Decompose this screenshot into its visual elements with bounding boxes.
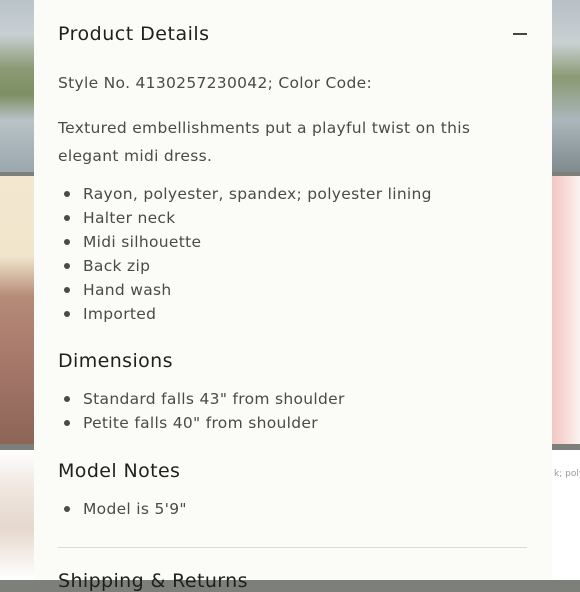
dimensions-list: Standard falls 43" from shoulder Petite … [58,387,345,435]
bullet-icon [64,287,70,293]
product-details-panel: Product Details Style No. 4130257230042;… [34,0,552,592]
feature-list: Rayon, polyester, spandex; polyester lin… [58,182,432,326]
list-item: Petite falls 40" from shoulder [58,411,345,435]
bullet-icon [64,191,70,197]
product-image-thumbnail [552,0,580,172]
product-image-thumbnail [0,0,34,172]
bullet-icon [64,239,70,245]
list-item: Imported [58,302,432,326]
bullet-icon [64,215,70,221]
product-details-header[interactable]: Product Details [58,20,528,48]
shipping-returns-header[interactable]: Shipping & Returns [58,570,248,592]
list-item: Model is 5'9" [58,497,187,521]
list-item: Hand wash [58,278,432,302]
model-notes-list: Model is 5'9" [58,497,187,521]
product-image-thumbnail [0,450,34,580]
list-item: Rayon, polyester, spandex; polyester lin… [58,182,432,206]
background-peek-text: k; polye [554,469,580,479]
dimensions-heading: Dimensions [58,350,173,372]
list-item: Midi silhouette [58,230,432,254]
background-text-area: k; polye [552,450,580,580]
product-description: Textured embellishments put a playful tw… [58,119,471,165]
style-number: Style No. 4130257230042; Color Code: [58,74,372,92]
bullet-icon [64,506,70,512]
bullet-icon [64,311,70,317]
minus-icon[interactable] [512,26,528,42]
product-image-thumbnail [552,176,580,444]
list-item: Halter neck [58,206,432,230]
list-item: Standard falls 43" from shoulder [58,387,345,411]
model-notes-heading: Model Notes [58,460,181,482]
section-divider [58,547,527,548]
bullet-icon [64,263,70,269]
list-item: Back zip [58,254,432,278]
bullet-icon [64,396,70,402]
product-image-thumbnail [0,176,34,444]
panel-title: Product Details [58,23,210,45]
bullet-icon [64,420,70,426]
